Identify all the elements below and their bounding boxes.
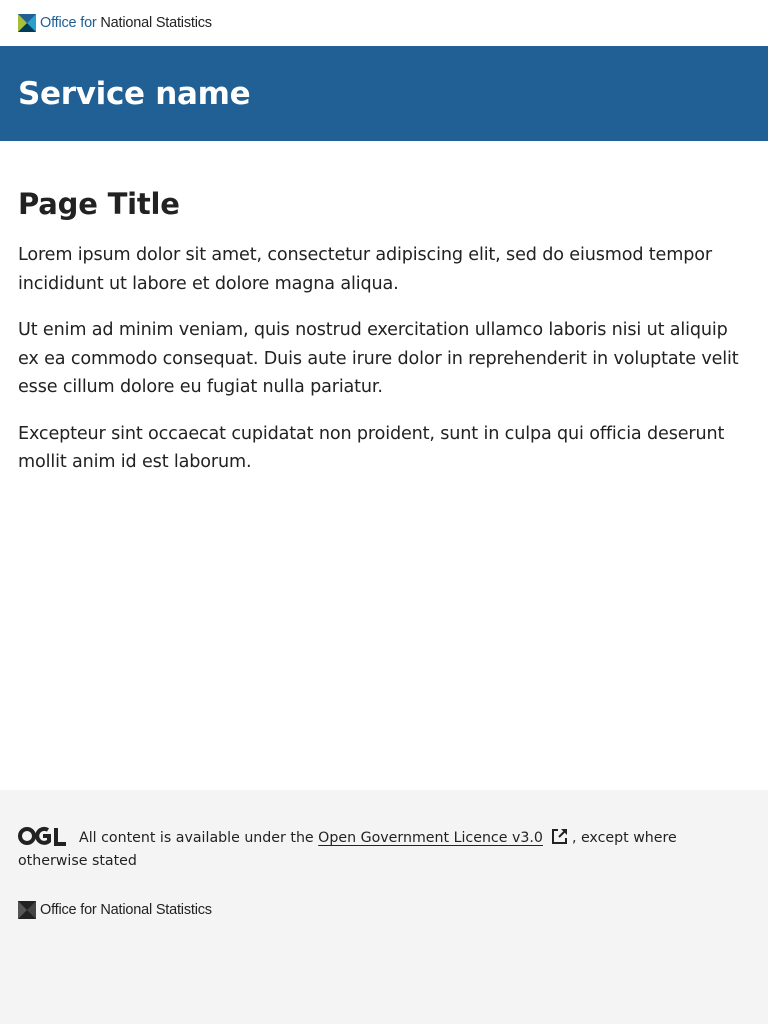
footer: All content is available under the Open … (0, 790, 768, 1024)
licence-prefix: All content is available under the (79, 830, 319, 846)
main-content: Page Title Lorem ipsum dolor sit amet, c… (0, 141, 768, 477)
external-link-icon (551, 829, 567, 844)
licence-link[interactable]: Open Government Licence v3.0 (318, 830, 543, 846)
licence-text: All content is available under the Open … (18, 826, 750, 873)
service-name[interactable]: Service name (18, 76, 251, 112)
page-title: Page Title (18, 187, 180, 221)
service-bar: Service name (0, 46, 768, 141)
ons-logo-icon (18, 901, 36, 919)
ons-logo-link[interactable]: Office for National Statistics (18, 14, 212, 32)
footer-ons-logo-link[interactable]: Office for National Statistics (18, 901, 750, 919)
ons-logo-text: Office for National Statistics (40, 15, 212, 31)
paragraph-3: Excepteur sint occaecat cupidatat non pr… (18, 423, 725, 473)
masthead: Office for National Statistics (0, 0, 768, 46)
footer-logo-text: Office for National Statistics (40, 902, 212, 918)
ogl-logo-icon (18, 826, 66, 846)
paragraph-1: Lorem ipsum dolor sit amet, consectetur … (18, 245, 712, 294)
ons-logo-icon (18, 14, 36, 32)
paragraph-2: Ut enim ad minim veniam, quis nostrud ex… (18, 320, 739, 397)
